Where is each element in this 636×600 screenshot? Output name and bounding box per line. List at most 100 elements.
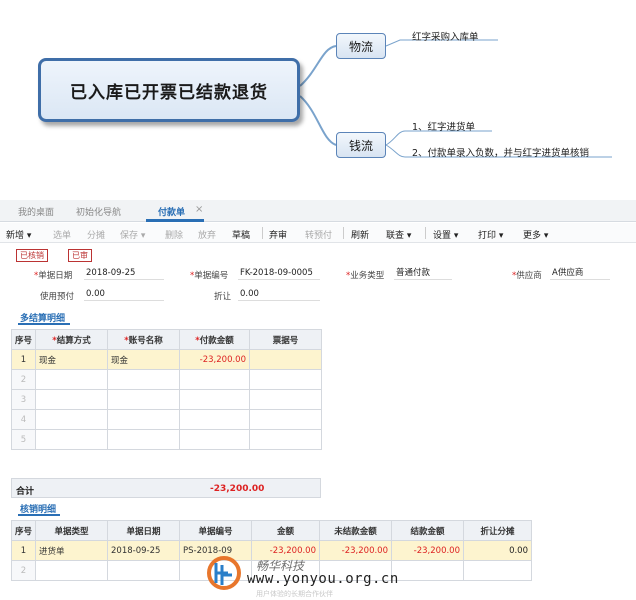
total-label: 合计 [16, 487, 35, 497]
writeoff-paid-cell[interactable]: -23,200.00 [391, 540, 464, 561]
column-header: 票据号 [249, 329, 322, 350]
settlement-method-cell[interactable] [35, 369, 108, 390]
column-header: 未结款金额 [319, 520, 392, 541]
writeoff-discount-cell[interactable]: 0.00 [463, 540, 532, 561]
writeoff-unpaid-cell[interactable]: -23,200.00 [319, 540, 392, 561]
table-row[interactable]: 1 现金 现金 -23,200.00 [11, 349, 322, 370]
status-badge-written-off: 已核销 [16, 249, 48, 262]
settlement-amount-cell[interactable]: -23,200.00 [179, 349, 250, 370]
connector-cash-leaf-1 [385, 130, 492, 146]
doc-date-label: *单据日期 [34, 271, 73, 281]
row-seq: 2 [11, 560, 36, 581]
mind-map-leaf-cash-2: 2、付款单录入负数，并与红字进货单核销 [412, 148, 590, 159]
column-header: *账号名称 [107, 329, 180, 350]
toolbar-separator [343, 227, 344, 239]
row-seq: 3 [11, 389, 36, 410]
settlement-ticket-cell[interactable] [249, 429, 322, 450]
column-header: 序号 [11, 520, 36, 541]
close-icon[interactable]: × [195, 204, 203, 215]
supplier-label: *供应商 [512, 271, 542, 281]
supplier-field[interactable]: A供应商 [550, 267, 610, 280]
connector-root-logistics [299, 45, 337, 87]
mind-map: 已入库已开票已结款退货 物流 钱流 红字采购入库单 1、红字进货单 2、付款单录… [0, 0, 636, 195]
prepay-label: 使用预付 [40, 292, 75, 302]
settlement-total-row: 合计 -23,200.00 [11, 478, 321, 498]
toolbar-separator [262, 227, 263, 239]
writeoff-date-cell[interactable] [107, 560, 180, 581]
writeoff-type-cell[interactable] [35, 560, 108, 581]
toolbar-unapprove-button[interactable]: 弃审 [269, 228, 287, 241]
writeoff-discount-cell[interactable] [463, 560, 532, 581]
toolbar-refresh-button[interactable]: 刷新 [351, 228, 369, 241]
toolbar-settings-button[interactable]: 设置 ▾ [433, 228, 458, 241]
doc-date-field[interactable]: 2018-09-25 [84, 267, 164, 280]
row-seq: 1 [11, 540, 36, 561]
discount-label: 折让 [214, 292, 232, 302]
toolbar-print-button[interactable]: 打印 ▾ [478, 228, 503, 241]
writeoff-paid-cell[interactable] [391, 560, 464, 581]
writeoff-date-cell[interactable]: 2018-09-25 [107, 540, 180, 561]
watermark-logo-icon [207, 556, 241, 590]
column-header: 单据类型 [35, 520, 108, 541]
footer-tagline: 用户体验的长期合作伙伴 [256, 590, 333, 598]
discount-field[interactable]: 0.00 [238, 288, 320, 301]
row-seq: 5 [11, 429, 36, 450]
settlement-ticket-cell[interactable] [249, 409, 322, 430]
settlement-method-cell[interactable]: 现金 [35, 349, 108, 370]
settlement-table: 序号 *结算方式 *账号名称 *付款金额 票据号 1 现金 现金 -23,200… [11, 329, 322, 450]
settlement-ticket-cell[interactable] [249, 349, 322, 370]
column-header: 折让分摊 [463, 520, 532, 541]
section-underline [18, 514, 60, 516]
settlement-ticket-cell[interactable] [249, 369, 322, 390]
toolbar: 新增 ▾ 选单 分摊 保存 ▾ 删除 放弃 草稿 弃审 转预付 刷新 联查 ▾ … [0, 223, 636, 243]
settlement-ticket-cell[interactable] [249, 389, 322, 410]
table-row[interactable]: 2 [11, 369, 322, 390]
tab-bar: 我的桌面 初始化导航 付款单 × [0, 200, 636, 222]
column-header: *付款金额 [179, 329, 250, 350]
row-seq: 2 [11, 369, 36, 390]
settlement-method-cell[interactable] [35, 429, 108, 450]
toolbar-new-button[interactable]: 新增 ▾ [6, 228, 31, 241]
doc-no-label: *单据编号 [190, 271, 229, 281]
toolbar-select-button[interactable]: 选单 [53, 228, 71, 241]
toolbar-query-button[interactable]: 联查 ▾ [386, 228, 411, 241]
row-seq: 4 [11, 409, 36, 430]
settlement-account-cell[interactable] [107, 369, 180, 390]
table-row[interactable]: 5 [11, 429, 322, 450]
settlement-amount-cell[interactable] [179, 369, 250, 390]
settlement-amount-cell[interactable] [179, 409, 250, 430]
active-tab-indicator [146, 219, 204, 222]
toolbar-more-button[interactable]: 更多 ▾ [523, 228, 548, 241]
prepay-field[interactable]: 0.00 [84, 288, 164, 301]
tab-payment-voucher[interactable]: 付款单 [158, 205, 185, 218]
settlement-method-cell[interactable] [35, 389, 108, 410]
column-header: 结款金额 [391, 520, 464, 541]
toolbar-draft-button[interactable]: 草稿 [232, 228, 250, 241]
settlement-account-cell[interactable] [107, 409, 180, 430]
settlement-amount-cell[interactable] [179, 389, 250, 410]
status-badge-approved: 已审 [68, 249, 92, 262]
writeoff-type-cell[interactable]: 进货单 [35, 540, 108, 561]
row-seq: 1 [11, 349, 36, 370]
settlement-method-cell[interactable] [35, 409, 108, 430]
settlement-amount-cell[interactable] [179, 429, 250, 450]
table-header-row: 序号 *结算方式 *账号名称 *付款金额 票据号 [11, 329, 322, 350]
settlement-account-cell[interactable]: 现金 [107, 349, 180, 370]
settlement-account-cell[interactable] [107, 389, 180, 410]
toolbar-discard-button[interactable]: 放弃 [198, 228, 216, 241]
column-header: 单据编号 [179, 520, 252, 541]
total-value: -23,200.00 [210, 484, 265, 494]
settlement-account-cell[interactable] [107, 429, 180, 450]
watermark-url: www.yonyou.org.cn [247, 571, 399, 587]
tab-my-desktop[interactable]: 我的桌面 [18, 205, 54, 218]
table-row[interactable]: 4 [11, 409, 322, 430]
toolbar-save-button[interactable]: 保存 ▾ [120, 228, 145, 241]
toolbar-delete-button[interactable]: 删除 [165, 228, 183, 241]
biz-type-field[interactable]: 普通付款 [394, 267, 452, 280]
section-underline [18, 323, 70, 325]
table-row[interactable]: 3 [11, 389, 322, 410]
tab-init-guide[interactable]: 初始化导航 [76, 205, 121, 218]
doc-no-field[interactable]: FK-2018-09-0005 [238, 267, 320, 280]
toolbar-allocate-button[interactable]: 分摊 [87, 228, 105, 241]
toolbar-to-prepay-button[interactable]: 转预付 [305, 228, 332, 241]
